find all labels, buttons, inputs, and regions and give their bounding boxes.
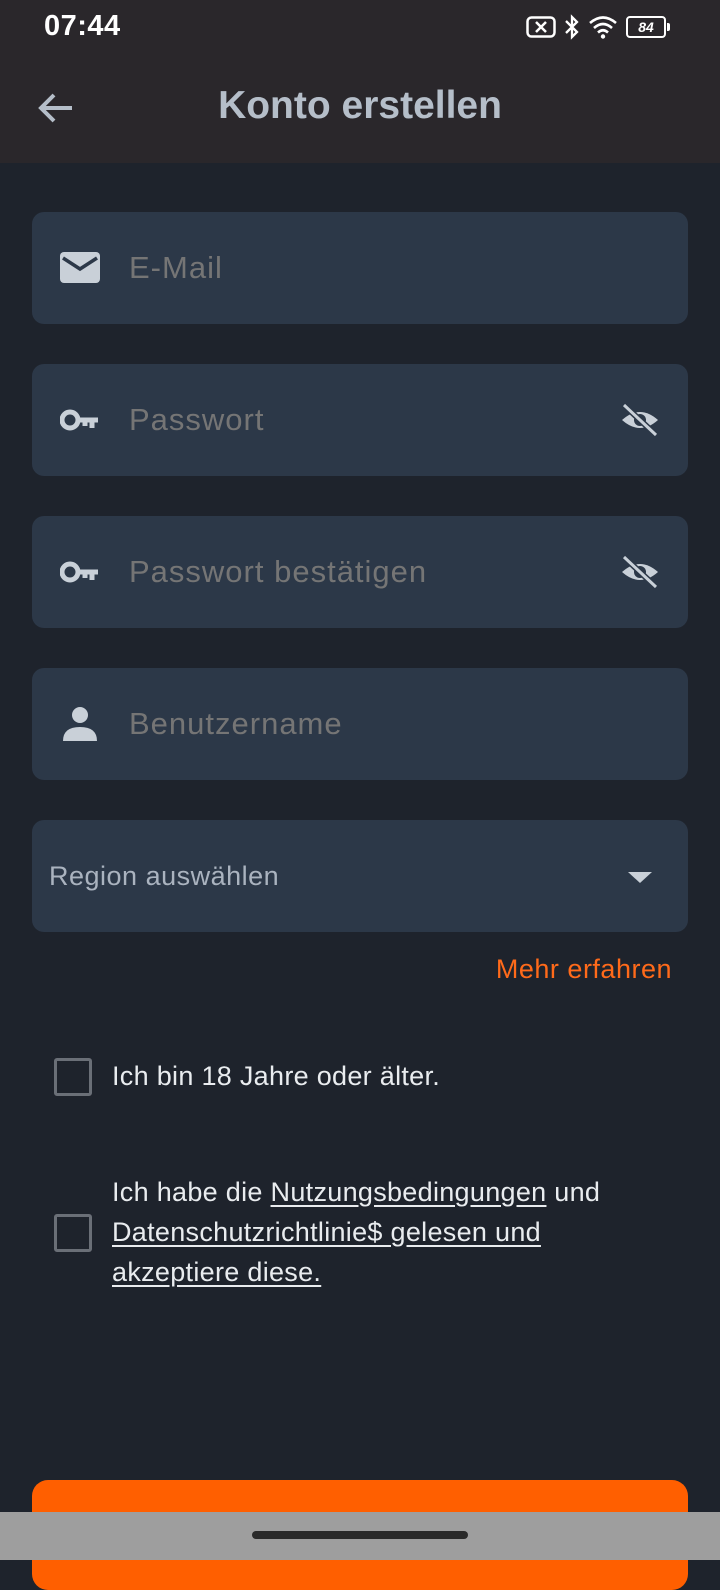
username-input[interactable] <box>129 668 609 780</box>
home-indicator[interactable] <box>252 1531 468 1539</box>
password-input[interactable] <box>129 364 609 476</box>
person-icon <box>63 707 97 741</box>
caret-down-icon <box>628 872 652 883</box>
page-title: Konto erstellen <box>218 84 502 127</box>
age-checkbox[interactable] <box>54 1058 92 1096</box>
eye-off-icon[interactable] <box>620 402 660 438</box>
learn-more-link[interactable]: Mehr erfahren <box>496 954 672 985</box>
key-icon <box>60 409 98 431</box>
privacy-link[interactable]: Datenschutzrichtlinie$ gelesen und akzep… <box>112 1217 541 1287</box>
terms-checkbox-label: Ich habe die Nutzungsbedingungen und Date… <box>112 1172 652 1292</box>
system-nav-bar <box>0 1512 720 1560</box>
key-icon <box>60 561 98 583</box>
age-checkbox-label: Ich bin 18 Jahre oder älter. <box>112 1061 441 1091</box>
terms-middle: und <box>546 1177 601 1207</box>
battery-icon: 84 <box>626 16 670 38</box>
email-field[interactable] <box>32 212 688 324</box>
region-select[interactable]: Region auswählen <box>32 820 688 932</box>
sim-off-icon <box>526 16 556 38</box>
eye-off-icon[interactable] <box>620 554 660 590</box>
status-icons: 84 <box>526 12 670 42</box>
status-time: 07:44 <box>44 10 121 42</box>
region-select-value: Region auswählen <box>49 861 280 891</box>
email-input[interactable] <box>129 212 609 324</box>
terms-link[interactable]: Nutzungsbedingungen <box>271 1177 547 1207</box>
terms-prefix: Ich habe die <box>112 1177 271 1207</box>
wifi-icon <box>589 16 617 39</box>
status-bar: 07:44 84 <box>0 0 720 56</box>
app-bar: 07:44 84 Konto erstellen <box>0 0 720 163</box>
password-confirm-input[interactable] <box>129 516 609 628</box>
terms-checkbox[interactable] <box>54 1214 92 1252</box>
password-field[interactable] <box>32 364 688 476</box>
battery-level: 84 <box>638 19 654 35</box>
bluetooth-icon <box>565 14 579 40</box>
username-field[interactable] <box>32 668 688 780</box>
password-confirm-field[interactable] <box>32 516 688 628</box>
mail-icon <box>60 252 100 283</box>
